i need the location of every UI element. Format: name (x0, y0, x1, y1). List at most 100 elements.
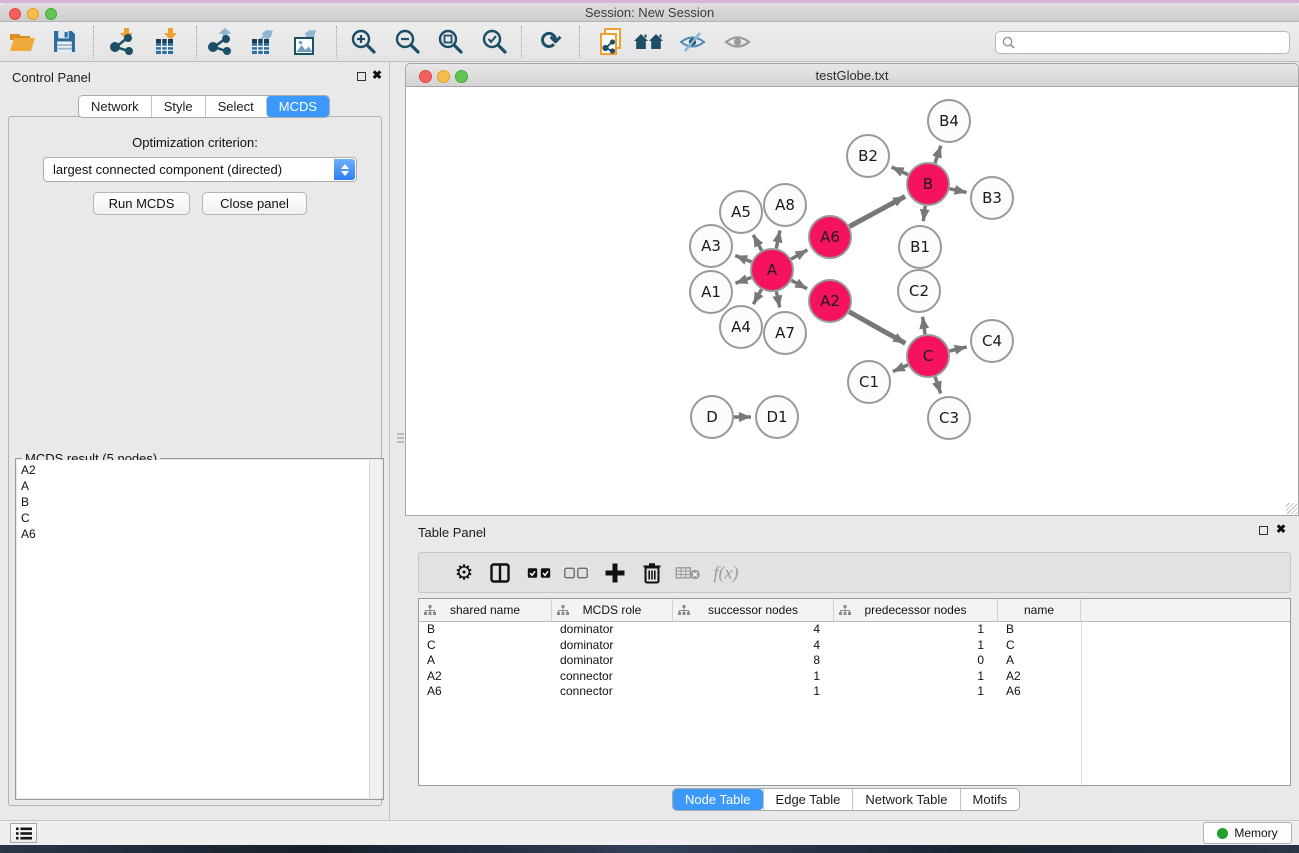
graph-edge-C-C1[interactable] (893, 365, 908, 372)
column-header-predecessor-nodes[interactable]: predecessor nodes (834, 599, 998, 621)
table-cell[interactable]: A2 (998, 669, 1081, 685)
delete-column-trash-icon[interactable] (643, 562, 661, 583)
settings-gear-icon[interactable]: ⚙ (455, 562, 474, 583)
column-header-mcds-role[interactable]: MCDS role (552, 599, 673, 621)
list-scrollbar[interactable] (369, 460, 382, 798)
table-cell[interactable]: 1 (834, 622, 998, 638)
zoom-fit-icon[interactable] (435, 27, 465, 57)
close-panel-button[interactable]: Close panel (202, 192, 307, 215)
save-session-icon[interactable] (49, 27, 79, 57)
vertical-splitter-handle[interactable] (397, 433, 404, 444)
graph-edge-B-B4[interactable] (935, 146, 941, 163)
float-panel-icon[interactable] (1259, 526, 1268, 535)
close-panel-icon[interactable]: ✖ (372, 68, 382, 82)
mcds-result-item[interactable]: C (17, 510, 382, 526)
graph-edge-A-A8[interactable] (776, 231, 780, 249)
tab-node-table[interactable]: Node Table (673, 789, 763, 810)
select-all-checkboxes-icon[interactable] (527, 567, 551, 578)
memory-button[interactable]: Memory (1203, 822, 1292, 844)
criterion-dropdown[interactable]: largest connected component (directed) (43, 157, 357, 182)
graph-edge-A-A5[interactable] (753, 235, 761, 251)
open-file-icon[interactable] (7, 27, 37, 57)
graph-edge-C-C3[interactable] (935, 377, 941, 394)
table-row[interactable]: Bdominator41B (419, 622, 1290, 638)
search-box[interactable] (995, 31, 1290, 54)
graph-edge-A-A7[interactable] (776, 292, 779, 308)
table-cell[interactable]: 1 (834, 638, 998, 654)
table-cell[interactable]: A6 (419, 684, 552, 700)
delete-table-icon[interactable] (676, 566, 701, 580)
zoom-in-icon[interactable] (348, 27, 378, 57)
function-builder-icon[interactable]: f(x) (714, 562, 739, 583)
table-row[interactable]: A6connector11A6 (419, 684, 1290, 700)
export-network-icon[interactable] (206, 27, 236, 57)
mcds-result-item[interactable]: A2 (17, 462, 382, 478)
table-cell[interactable]: connector (552, 669, 673, 685)
search-input[interactable] (1019, 36, 1289, 50)
column-header-name[interactable]: name (998, 599, 1081, 621)
table-cell[interactable]: 4 (673, 622, 834, 638)
network-window-titlebar[interactable]: testGlobe.txt (405, 63, 1299, 87)
graph-edge-A2-C[interactable] (849, 312, 905, 344)
table-cell[interactable]: C (998, 638, 1081, 654)
table-cell[interactable]: 1 (834, 684, 998, 700)
app-titlebar[interactable]: Session: New Session (0, 3, 1299, 22)
task-list-button[interactable] (10, 823, 37, 843)
graph-edge-A-A2[interactable] (791, 280, 807, 288)
graph-edge-A6-B[interactable] (849, 196, 905, 226)
table-cell[interactable]: 4 (673, 638, 834, 654)
home-pages-icon[interactable] (633, 27, 663, 57)
graph-edge-B-B3[interactable] (950, 189, 967, 193)
refresh-icon[interactable]: ⟳ (536, 27, 566, 57)
zoom-out-icon[interactable] (392, 27, 422, 57)
window-resize-grip[interactable] (1286, 503, 1297, 514)
tab-motifs[interactable]: Motifs (960, 789, 1020, 810)
table-row[interactable]: A2connector11A2 (419, 669, 1290, 685)
run-mcds-button[interactable]: Run MCDS (93, 192, 190, 215)
column-layout-icon[interactable] (490, 563, 510, 583)
tab-select[interactable]: Select (205, 96, 266, 117)
table-cell[interactable]: A6 (998, 684, 1081, 700)
tab-style[interactable]: Style (151, 96, 205, 117)
graph-edge-A-A3[interactable] (735, 256, 751, 262)
graph-edge-C-C4[interactable] (949, 347, 966, 351)
mcds-result-item[interactable]: A6 (17, 526, 382, 542)
table-cell[interactable]: 1 (834, 669, 998, 685)
table-cell[interactable]: B (998, 622, 1081, 638)
tab-mcds[interactable]: MCDS (266, 96, 329, 117)
table-cell[interactable]: 1 (673, 684, 834, 700)
graph-edge-A-A6[interactable] (791, 250, 807, 259)
export-image-icon[interactable] (291, 27, 321, 57)
graph-edge-A-A4[interactable] (753, 289, 761, 304)
hide-selected-eye-icon[interactable] (677, 27, 707, 57)
table-cell[interactable]: C (419, 638, 552, 654)
graph-edge-A-A1[interactable] (736, 278, 752, 284)
table-cell[interactable]: A2 (419, 669, 552, 685)
table-cell[interactable]: dominator (552, 638, 673, 654)
table-cell[interactable]: 0 (834, 653, 998, 669)
add-column-icon[interactable] (606, 563, 625, 582)
mcds-result-listbox[interactable]: A2ABCA6 (17, 460, 382, 798)
table-row[interactable]: Adominator80A (419, 653, 1290, 669)
table-cell[interactable]: dominator (552, 622, 673, 638)
zoom-selected-icon[interactable] (479, 27, 509, 57)
import-table-icon[interactable] (152, 27, 182, 57)
show-eye-icon[interactable] (722, 27, 752, 57)
table-cell[interactable]: connector (552, 684, 673, 700)
graph-edge-C-C2[interactable] (923, 317, 925, 334)
table-cell[interactable]: A (419, 653, 552, 669)
table-cell[interactable]: 8 (673, 653, 834, 669)
table-cell[interactable]: 1 (673, 669, 834, 685)
column-header-shared-name[interactable]: shared name (419, 599, 552, 621)
table-row[interactable]: Cdominator41C (419, 638, 1290, 654)
tab-network[interactable]: Network (79, 96, 151, 117)
tab-edge-table[interactable]: Edge Table (763, 789, 853, 810)
deselect-all-checkboxes-icon[interactable] (564, 567, 588, 578)
import-network-icon[interactable] (108, 27, 138, 57)
new-network-from-selection-icon[interactable] (596, 27, 626, 57)
export-table-icon[interactable] (248, 27, 278, 57)
column-header-successor-nodes[interactable]: successor nodes (673, 599, 834, 621)
close-panel-icon[interactable]: ✖ (1276, 522, 1286, 536)
network-canvas[interactable]: B4B2BB3A8A5A6A3B1AC2A1A2A4A7C4CC1C3DD1 (405, 87, 1299, 516)
graph-edge-B-B1[interactable] (923, 206, 925, 221)
